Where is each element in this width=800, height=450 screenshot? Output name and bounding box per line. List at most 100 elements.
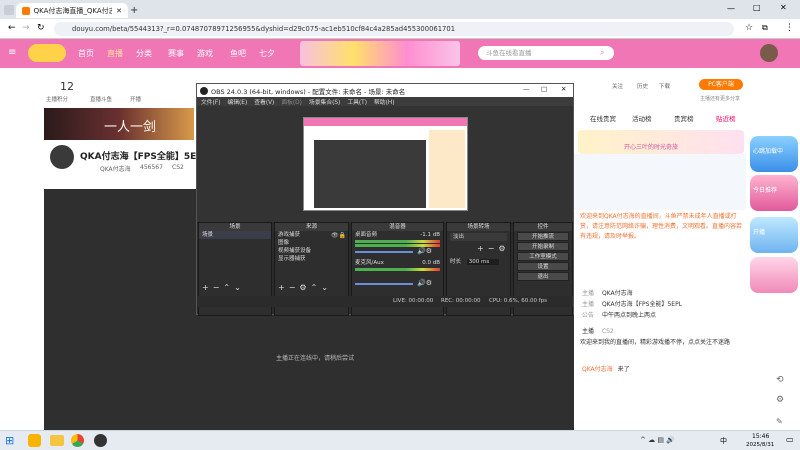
transition-remove-icon[interactable]: − bbox=[488, 244, 499, 253]
bar-download[interactable]: 下载 bbox=[659, 82, 670, 90]
right-tab-close[interactable]: 贴近榜 bbox=[716, 113, 736, 123]
mixer-speaker-icon-1[interactable]: 🔊⚙ bbox=[417, 247, 432, 255]
source-up-icon[interactable]: ⌃ bbox=[311, 283, 322, 292]
source-item-3[interactable]: 视频捕获设备 bbox=[275, 247, 348, 255]
scene-remove-icon[interactable]: − bbox=[213, 283, 224, 292]
start-recording-button[interactable]: 开始录制 bbox=[517, 242, 569, 251]
mixer-speaker-icon-2[interactable]: 🔊⚙ bbox=[417, 279, 432, 287]
window-maximize-icon[interactable]: □ bbox=[753, 3, 761, 12]
start-streaming-button[interactable]: 开始推流 bbox=[517, 232, 569, 241]
taskbar-file-explorer-icon[interactable] bbox=[50, 435, 64, 446]
feedback-icon[interactable]: ✎ bbox=[776, 417, 783, 426]
side-ad-2[interactable]: 今日推荐 bbox=[750, 175, 798, 211]
forward-icon[interactable]: → bbox=[22, 23, 30, 33]
search-icon[interactable]: ⌕ bbox=[600, 48, 604, 58]
game-banner[interactable]: 一人一剑 bbox=[44, 108, 194, 140]
nav-home[interactable]: 首页 bbox=[78, 48, 94, 59]
obs-maximize-icon[interactable]: □ bbox=[541, 85, 547, 93]
right-tab-activity[interactable]: 活动榜 bbox=[632, 113, 652, 123]
obs-preview[interactable] bbox=[197, 106, 573, 222]
notification-icon[interactable]: ▭ bbox=[786, 435, 794, 444]
source-item-4[interactable]: 显示器捕获 bbox=[275, 255, 348, 263]
nav-matches[interactable]: 赛事 bbox=[168, 48, 184, 59]
obs-titlebar[interactable]: OBS 24.0.3 (64-bit, windows) - 配置文件: 未命名… bbox=[197, 84, 573, 97]
source-add-icon[interactable]: + bbox=[278, 283, 289, 292]
bar-label-2[interactable]: 开播 bbox=[130, 95, 141, 103]
pc-client-button[interactable]: PC客户端 bbox=[699, 79, 743, 90]
taskbar-chrome-icon[interactable] bbox=[71, 434, 84, 447]
url-field[interactable]: douyu.com/beta/5544313?_r=0.074870789712… bbox=[54, 22, 734, 36]
obs-close-icon[interactable]: ✕ bbox=[561, 85, 566, 93]
obs-menu-docks[interactable]: 面板(D) bbox=[281, 97, 302, 106]
history-icon[interactable]: ⟲ bbox=[776, 375, 784, 385]
clock-time[interactable]: 15:46 bbox=[752, 433, 769, 440]
transition-type[interactable]: 淡出 bbox=[450, 233, 507, 241]
right-tab-vip[interactable]: 在线贵宾 bbox=[590, 113, 616, 123]
right-tab-guest[interactable]: 贵宾榜 bbox=[674, 113, 694, 123]
hamburger-icon[interactable]: ≡ bbox=[8, 47, 16, 58]
source-item-2[interactable]: 图像 bbox=[275, 239, 348, 247]
source-visibility-icon[interactable]: 👁🔒 bbox=[331, 232, 346, 239]
bookmark-star-icon[interactable]: ☆ bbox=[745, 23, 753, 33]
nav-yuba[interactable]: 鱼吧 bbox=[230, 48, 246, 59]
taskbar-app-1-icon[interactable] bbox=[28, 434, 41, 447]
streamer-avatar[interactable] bbox=[50, 145, 74, 169]
start-button-icon[interactable]: ⊞ bbox=[5, 434, 14, 447]
side-ad-1[interactable]: 心跳加载中 bbox=[750, 136, 798, 172]
mixer-slider-1[interactable] bbox=[355, 251, 413, 253]
duration-input[interactable]: 300 ms bbox=[466, 259, 499, 265]
window-minimize-icon[interactable]: — bbox=[727, 4, 735, 13]
scene-up-icon[interactable]: ⌃ bbox=[223, 283, 234, 292]
side-ad-3[interactable]: 开播 bbox=[750, 217, 798, 253]
obs-minimize-icon[interactable]: — bbox=[523, 85, 530, 93]
reload-icon[interactable]: ↻ bbox=[37, 23, 45, 33]
exit-button[interactable]: 退出 bbox=[517, 272, 569, 281]
scene-add-icon[interactable]: + bbox=[202, 283, 213, 292]
transition-add-icon[interactable]: + bbox=[477, 244, 488, 253]
user-avatar[interactable] bbox=[760, 44, 778, 62]
nav-category[interactable]: 分类 bbox=[136, 48, 152, 59]
side-ad-4[interactable] bbox=[750, 257, 798, 293]
bar-history[interactable]: 历史 bbox=[637, 82, 648, 90]
source-down-icon[interactable]: ⌄ bbox=[321, 283, 332, 292]
promo-card[interactable]: 开心三叶的时光奇旅 bbox=[578, 130, 744, 154]
chat-user[interactable]: QKA付志海 bbox=[582, 366, 613, 373]
source-settings-icon[interactable]: ⚙ bbox=[299, 283, 310, 292]
tray-icons[interactable]: ^ ☁ ▤ 🔊 bbox=[640, 436, 675, 444]
obs-menu-edit[interactable]: 编辑(E) bbox=[227, 97, 247, 106]
taskbar-obs-icon[interactable] bbox=[94, 434, 107, 447]
bar-label-1[interactable]: 直播斗鱼 bbox=[90, 95, 112, 103]
back-icon[interactable]: ← bbox=[8, 23, 16, 33]
search-input[interactable]: 斗鱼在线看直播 bbox=[478, 46, 614, 60]
nav-qixi[interactable]: 七夕 bbox=[259, 48, 275, 59]
obs-menu-view[interactable]: 查看(V) bbox=[254, 97, 274, 106]
window-close-icon[interactable]: ✕ bbox=[780, 3, 787, 12]
category-tag[interactable]: CS2 bbox=[172, 164, 184, 171]
clock-date[interactable]: 2025/8/31 bbox=[746, 442, 774, 448]
transition-settings-icon[interactable]: ⚙ bbox=[498, 244, 509, 253]
browser-menu-icon[interactable] bbox=[4, 5, 14, 15]
streamer-sub[interactable]: QKA付志海 bbox=[100, 164, 131, 173]
scene-down-icon[interactable]: ⌄ bbox=[234, 283, 245, 292]
browser-tab[interactable]: QKA付志海直播_QKA付志海视 ✕ bbox=[16, 3, 128, 18]
obs-menu-scene-collection[interactable]: 场景集合(S) bbox=[309, 97, 340, 106]
bar-follow[interactable]: 关注 bbox=[612, 82, 623, 90]
input-language[interactable]: 中 bbox=[720, 436, 727, 446]
settings-icon[interactable]: ⚙ bbox=[776, 395, 784, 405]
douyu-logo[interactable] bbox=[28, 44, 66, 62]
level-label: 主播积分 bbox=[46, 97, 69, 103]
new-tab-button[interactable]: + bbox=[130, 5, 138, 16]
nav-games[interactable]: 游戏 bbox=[197, 48, 213, 59]
nav-live[interactable]: 直播 bbox=[107, 48, 123, 59]
obs-menu-file[interactable]: 文件(F) bbox=[201, 97, 220, 106]
obs-menu-help[interactable]: 帮助(H) bbox=[374, 97, 394, 106]
scene-item[interactable]: 场景 bbox=[199, 231, 271, 239]
tab-close-icon[interactable]: ✕ bbox=[116, 7, 122, 15]
settings-button[interactable]: 设置 bbox=[517, 262, 569, 271]
obs-menu-tools[interactable]: 工具(T) bbox=[347, 97, 367, 106]
mixer-slider-2[interactable] bbox=[355, 283, 413, 285]
studio-mode-button[interactable]: 工作室模式 bbox=[517, 252, 569, 261]
extensions-icon[interactable]: ⧉ bbox=[762, 23, 768, 33]
browser-menu-kebab-icon[interactable]: ⋮ bbox=[785, 23, 794, 33]
source-remove-icon[interactable]: − bbox=[289, 283, 300, 292]
